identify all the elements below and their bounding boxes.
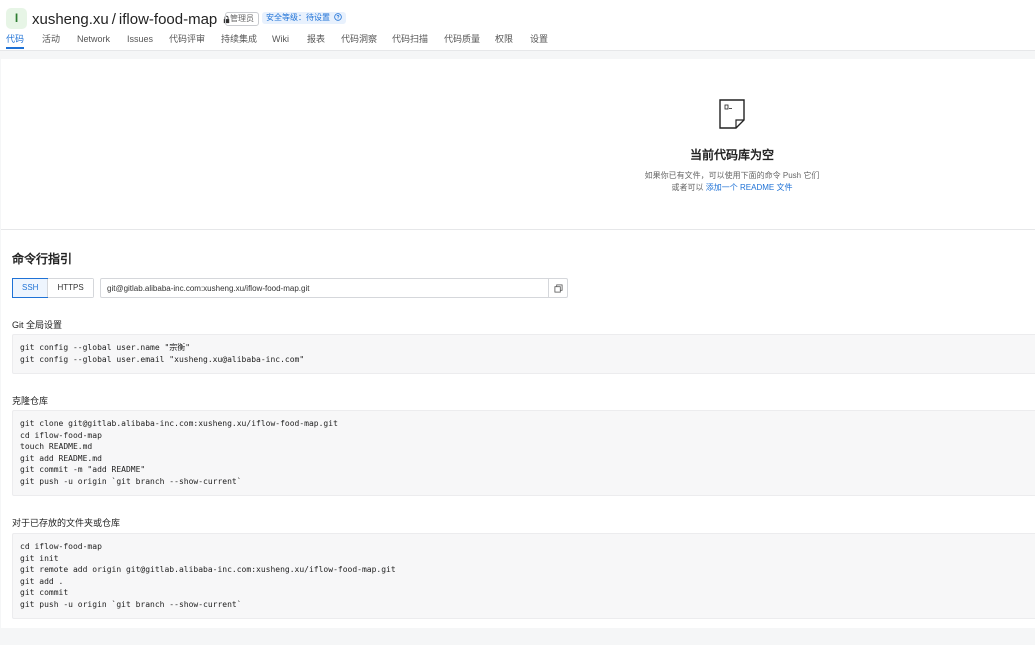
tab-code[interactable]: 代码 bbox=[6, 32, 25, 49]
copy-button[interactable] bbox=[548, 279, 567, 297]
code-line: git remote add origin git@gitlab.alibaba… bbox=[20, 565, 396, 574]
empty-repo-readme-hint: 或者可以 添加一个 README 文件 bbox=[600, 182, 864, 193]
repo-url-input[interactable] bbox=[101, 279, 548, 297]
tab-code-review[interactable]: 代码评审 bbox=[169, 32, 205, 46]
code-line: git config --global user.email "xusheng.… bbox=[20, 354, 305, 364]
repo-header: I xusheng.xu / iflow-food-map 管理员 安全等级：待… bbox=[0, 0, 1035, 51]
existing-folder-code: cd iflow-food-map git init git remote ad… bbox=[12, 533, 1035, 619]
tab-code-insight[interactable]: 代码洞察 bbox=[341, 32, 377, 46]
code-line: touch README.md bbox=[20, 442, 93, 451]
tab-network[interactable]: Network bbox=[77, 32, 110, 46]
repo-avatar[interactable]: I bbox=[6, 8, 27, 29]
admin-badge: 管理员 bbox=[225, 12, 259, 26]
question-circle-icon[interactable] bbox=[334, 13, 342, 21]
repo-owner-link[interactable]: xusheng.xu bbox=[32, 11, 109, 28]
clone-repo-code: git clone git@gitlab.alibaba-inc.com:xus… bbox=[12, 410, 1035, 496]
path-separator: / bbox=[111, 10, 116, 28]
global-settings-label: Git 全局设置 bbox=[12, 320, 63, 330]
protocol-switch: SSH HTTPS bbox=[12, 278, 94, 298]
tab-permissions[interactable]: 权限 bbox=[495, 32, 513, 46]
existing-folder-label: 对于已存放的文件夹或仓库 bbox=[12, 518, 121, 528]
code-line: git add . bbox=[20, 576, 64, 586]
tab-reports[interactable]: 报表 bbox=[307, 32, 325, 46]
cli-guide-title: 命令行指引 bbox=[12, 252, 73, 266]
tab-code-quality[interactable]: 代码质量 bbox=[444, 32, 480, 46]
empty-repo-title: 当前代码库为空 bbox=[689, 148, 774, 162]
tab-ci[interactable]: 持续集成 bbox=[221, 32, 257, 46]
code-line: git config --global user.name "宗衡" bbox=[20, 343, 191, 352]
code-line: git push -u origin `git branch --show-cu… bbox=[20, 476, 242, 486]
security-level-text: 安全等级：待设置 bbox=[266, 13, 330, 22]
https-button[interactable]: HTTPS bbox=[47, 279, 93, 297]
code-line: cd iflow-food-map bbox=[20, 430, 102, 440]
code-line: git init bbox=[20, 553, 59, 563]
readme-hint-prefix: 或者可以 bbox=[671, 183, 706, 192]
tab-code-scan[interactable]: 代码扫描 bbox=[392, 32, 428, 46]
empty-repo-hint: 如果你已有文件，可以使用下面的命令 Push 它们 bbox=[644, 171, 820, 180]
tab-activity[interactable]: 活动 bbox=[42, 32, 60, 46]
copy-icon bbox=[553, 283, 563, 293]
tab-issues[interactable]: Issues bbox=[127, 32, 153, 46]
tab-wiki[interactable]: Wiki bbox=[272, 32, 289, 46]
ssh-button[interactable]: SSH bbox=[12, 278, 49, 298]
code-line: git commit -m "add README" bbox=[20, 465, 146, 474]
clone-repo-label: 克隆仓库 bbox=[12, 396, 49, 406]
empty-document-icon bbox=[719, 99, 745, 129]
code-line: git clone git@gitlab.alibaba-inc.com:xus… bbox=[20, 419, 338, 428]
repo-name-link[interactable]: iflow-food-map bbox=[119, 11, 217, 28]
code-line: git push -u origin `git branch --show-cu… bbox=[20, 599, 242, 609]
code-line: git add README.md bbox=[20, 453, 102, 463]
repo-title: xusheng.xu / iflow-food-map bbox=[32, 8, 231, 30]
add-readme-link[interactable]: 添加一个 README 文件 bbox=[706, 183, 793, 192]
repo-url-field bbox=[100, 278, 568, 298]
code-line: cd iflow-food-map bbox=[20, 542, 102, 551]
code-line: git commit bbox=[20, 588, 69, 597]
security-level-badge[interactable]: 安全等级：待设置 bbox=[262, 12, 347, 24]
tab-settings[interactable]: 设置 bbox=[530, 32, 548, 46]
global-settings-code: git config --global user.name "宗衡" git c… bbox=[12, 334, 1035, 374]
empty-repo-panel bbox=[1, 59, 1035, 230]
